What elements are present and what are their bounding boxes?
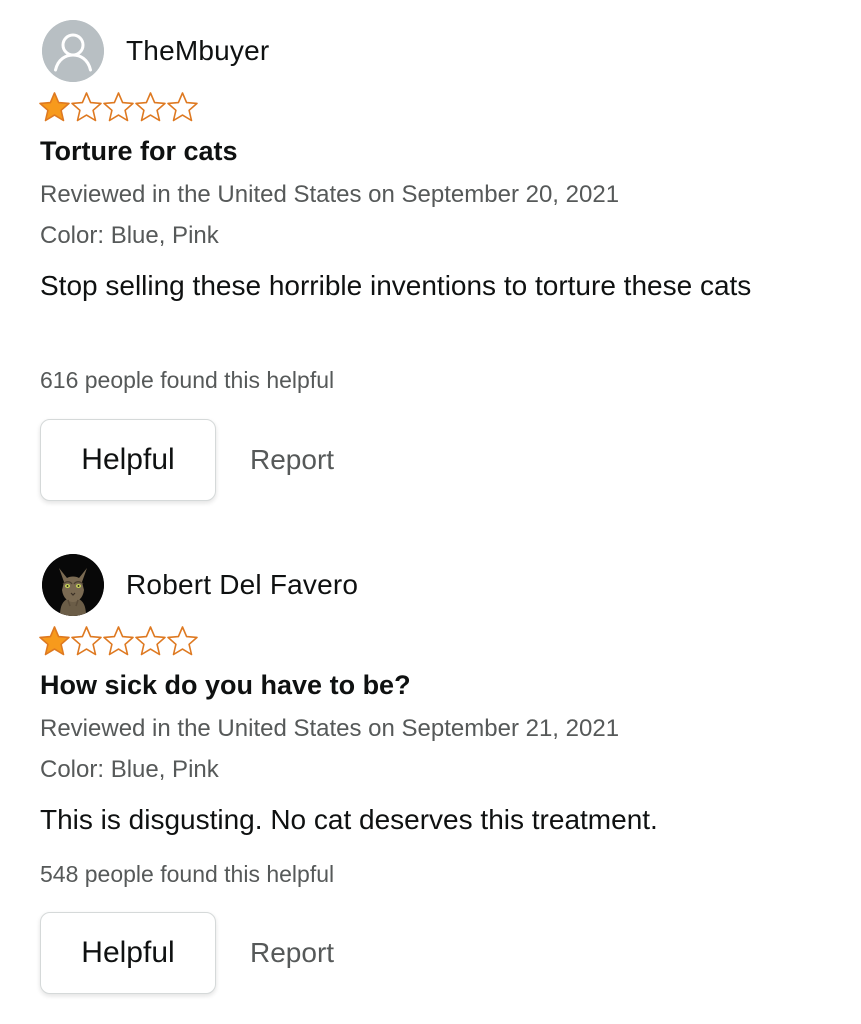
star-empty-icon <box>135 626 166 656</box>
star-empty-icon <box>167 92 198 122</box>
star-empty-icon <box>71 92 102 122</box>
helpful-count: 548 people found this helpful <box>40 861 335 887</box>
star-empty-icon <box>135 92 166 122</box>
review-date: Reviewed in the United States on Septemb… <box>40 715 620 742</box>
star-rating[interactable] <box>38 625 198 659</box>
reviewer-profile[interactable]: TheMbuyer <box>42 20 269 82</box>
star-empty-icon <box>103 92 134 122</box>
cat-photo-avatar <box>42 554 104 616</box>
review-body: Stop selling these horrible inventions t… <box>40 270 752 301</box>
reviewer-name: TheMbuyer <box>126 35 270 66</box>
star-empty-icon <box>103 626 134 656</box>
star-rating[interactable] <box>38 91 198 125</box>
review-actions: Helpful Report <box>40 912 334 994</box>
star-empty-icon <box>71 626 102 656</box>
review-actions: Helpful Report <box>40 419 334 501</box>
reviewer-name: Robert Del Favero <box>126 569 359 600</box>
report-link[interactable]: Report <box>250 937 334 969</box>
star-filled-icon <box>39 92 70 122</box>
variant-color[interactable]: Color: Blue, Pink <box>40 222 219 250</box>
review-title[interactable]: How sick do you have to be? <box>40 670 411 701</box>
helpful-button[interactable]: Helpful <box>40 419 216 501</box>
helpful-count: 616 people found this helpful <box>40 367 335 393</box>
variant-color[interactable]: Color: Blue, Pink <box>40 756 219 784</box>
star-filled-icon <box>39 626 70 656</box>
review-title[interactable]: Torture for cats <box>40 136 238 167</box>
star-empty-icon <box>167 626 198 656</box>
report-link[interactable]: Report <box>250 444 334 476</box>
default-avatar-icon <box>42 20 104 82</box>
reviewer-profile[interactable]: Robert Del Favero <box>42 554 358 616</box>
review-body: This is disgusting. No cat deserves this… <box>40 804 658 835</box>
helpful-button[interactable]: Helpful <box>40 912 216 994</box>
review-date: Reviewed in the United States on Septemb… <box>40 181 620 208</box>
